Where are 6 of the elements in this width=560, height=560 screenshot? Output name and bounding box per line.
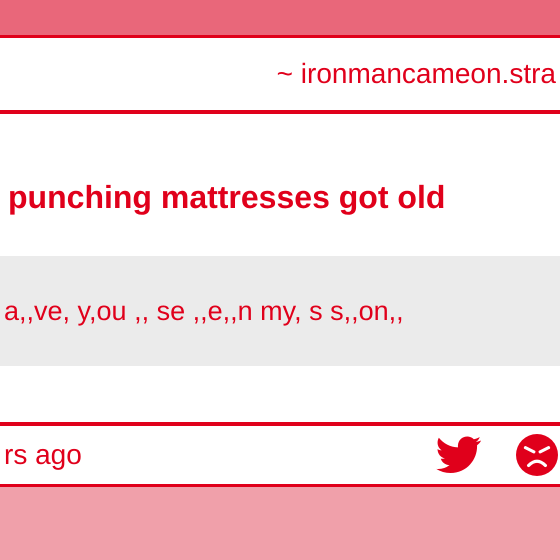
post-time: rs ago [3,438,82,472]
post-title: punching mattresses got old [8,178,446,217]
quote-text: a,,ve, y,ou ,, se ,,e,,n my, s s,,on,, [3,294,404,328]
angry-face-icon[interactable] [516,434,558,476]
bird-icon[interactable] [436,436,482,474]
blog-name[interactable]: ~ ironmancameon.stra [276,53,556,95]
